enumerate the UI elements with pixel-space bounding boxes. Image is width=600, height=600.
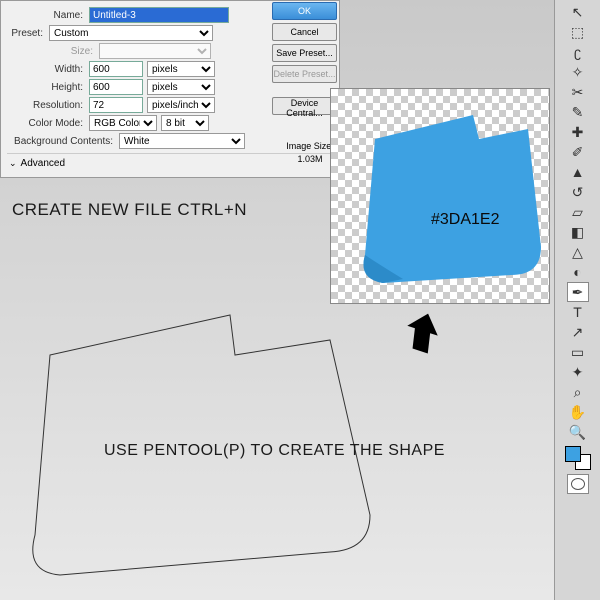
chevron-down-icon: ⌄	[9, 158, 17, 169]
quick-mask-button[interactable]	[567, 474, 589, 494]
brush-tool[interactable]: ✐	[567, 142, 589, 162]
height-input[interactable]	[89, 79, 143, 95]
color-mode-label: Color Mode:	[7, 118, 89, 129]
stamp-tool[interactable]: ▲	[567, 162, 589, 182]
path-select-tool[interactable]: ↗	[567, 322, 589, 342]
color-swatches[interactable]	[563, 446, 593, 470]
wand-tool[interactable]: ✧	[567, 62, 589, 82]
size-select	[99, 43, 211, 59]
type-tool[interactable]: T	[567, 302, 589, 322]
preset-label: Preset:	[7, 28, 49, 39]
delete-preset-button: Delete Preset...	[272, 65, 337, 83]
height-unit-select[interactable]: pixels	[147, 79, 215, 95]
preset-select[interactable]: Custom	[49, 25, 213, 41]
resolution-unit-select[interactable]: pixels/inch	[147, 97, 215, 113]
history-brush-tool[interactable]: ↺	[567, 182, 589, 202]
blur-tool[interactable]: △	[567, 242, 589, 262]
height-label: Height:	[7, 82, 89, 93]
marquee-tool[interactable]: ⬚	[567, 22, 589, 42]
crop-tool[interactable]: ✂	[567, 82, 589, 102]
cancel-button[interactable]: Cancel	[272, 23, 337, 41]
width-unit-select[interactable]: pixels	[147, 61, 215, 77]
device-central-button[interactable]: Device Central...	[272, 97, 337, 115]
arrow-icon	[400, 310, 440, 354]
save-preset-button[interactable]: Save Preset...	[272, 44, 337, 62]
resolution-input[interactable]	[89, 97, 143, 113]
pentool-outline-shape	[0, 300, 380, 580]
annotation-create-file: CREATE NEW FILE CTRL+N	[12, 200, 247, 220]
annotation-pentool: USE PENTOOL(P) TO CREATE THE SHAPE	[104, 442, 445, 460]
advanced-label: Advanced	[21, 158, 65, 169]
move-tool[interactable]: ↖	[567, 2, 589, 22]
bg-contents-label: Background Contents:	[7, 136, 119, 147]
zoom-tool[interactable]: 🔍	[567, 422, 589, 442]
width-label: Width:	[7, 64, 89, 75]
color-code-label: #3DA1E2	[431, 211, 500, 229]
width-input[interactable]	[89, 61, 143, 77]
color-mode-select[interactable]: RGB Color	[89, 115, 157, 131]
dialog-buttons: OK Cancel Save Preset... Delete Preset..…	[272, 2, 337, 115]
bit-depth-select[interactable]: 8 bit	[161, 115, 209, 131]
bg-contents-select[interactable]: White	[119, 133, 245, 149]
shape-preview-panel: #3DA1E2	[330, 88, 550, 304]
shape-tool[interactable]: ▭	[567, 342, 589, 362]
resolution-label: Resolution:	[7, 100, 89, 111]
hand-tool[interactable]: ✋	[567, 402, 589, 422]
ok-button[interactable]: OK	[272, 2, 337, 20]
blue-shape-icon	[353, 107, 543, 287]
3d-camera-tool[interactable]: ⌕	[567, 382, 589, 402]
eyedropper-tool[interactable]: ✎	[567, 102, 589, 122]
dodge-tool[interactable]: ◐	[567, 262, 589, 282]
3d-tool[interactable]: ✦	[567, 362, 589, 382]
foreground-swatch[interactable]	[565, 446, 581, 462]
gradient-tool[interactable]: ◧	[567, 222, 589, 242]
tools-panel: ↖⬚ʗ✧✂✎✚✐▲↺▱◧△◐✒T↗▭✦⌕✋🔍	[554, 0, 600, 600]
eraser-tool[interactable]: ▱	[567, 202, 589, 222]
size-label: Size:	[7, 46, 99, 57]
name-input[interactable]	[89, 7, 229, 23]
lasso-tool[interactable]: ʗ	[567, 42, 589, 62]
healing-tool[interactable]: ✚	[567, 122, 589, 142]
pen-tool[interactable]: ✒	[567, 282, 589, 302]
name-label: Name:	[7, 10, 89, 21]
